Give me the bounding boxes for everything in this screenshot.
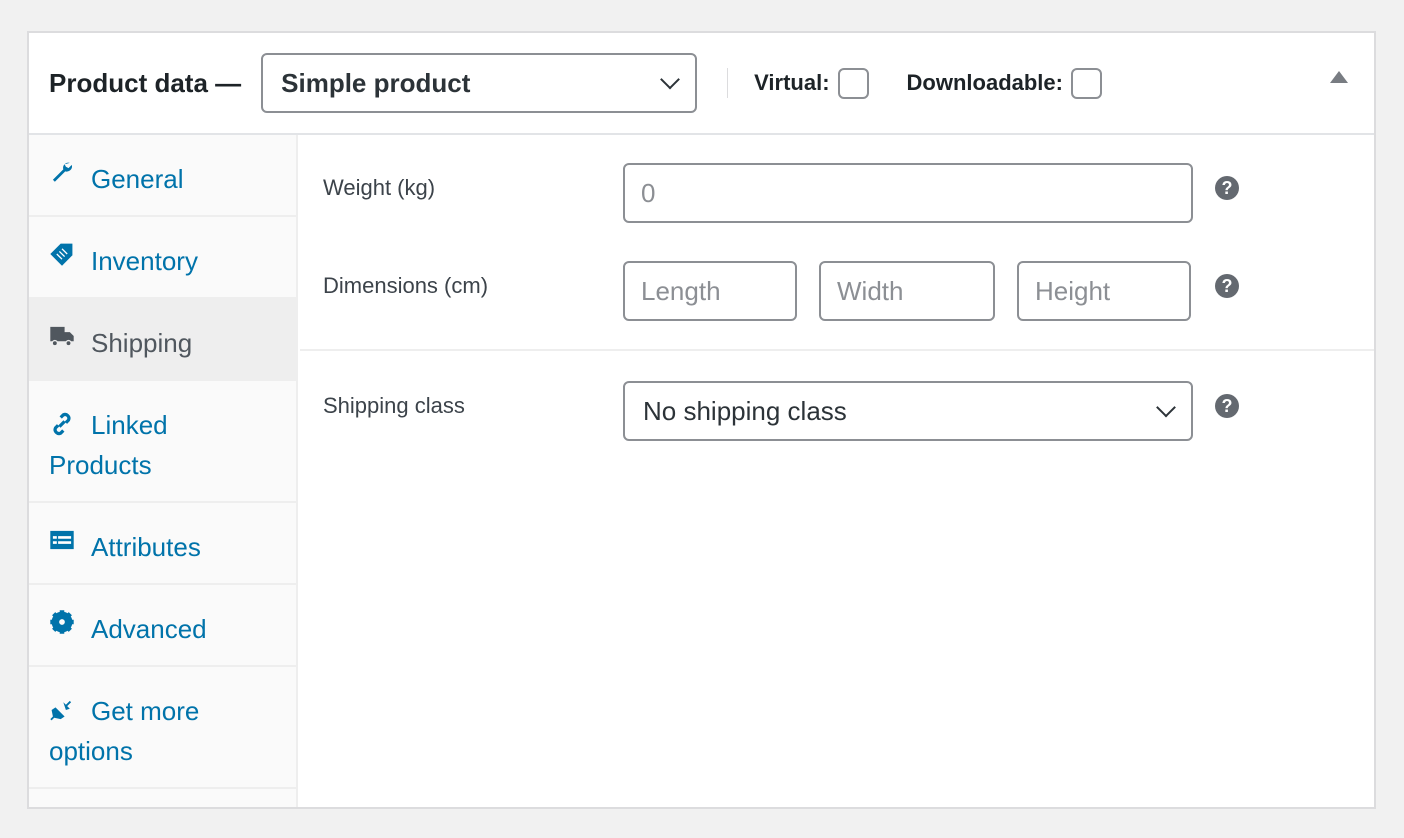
shipping-class-label: Shipping class [323, 393, 465, 418]
link-icon [53, 412, 71, 436]
tab-advanced[interactable]: Advanced [29, 585, 296, 667]
help-icon[interactable]: ? [1215, 176, 1239, 200]
shipping-class-select[interactable]: No shipping class [623, 381, 1193, 441]
wrench-icon [52, 162, 72, 182]
tab-label: Attributes [91, 532, 201, 562]
list-table-icon [50, 530, 74, 550]
virtual-label: Virtual: [754, 70, 830, 95]
tab-inventory[interactable]: Inventory [29, 217, 296, 299]
weight-placeholder: 0 [641, 177, 656, 208]
chevron-down-icon [660, 69, 681, 90]
truck-icon [50, 326, 74, 347]
width-placeholder: Width [837, 275, 904, 306]
tab-label: General [91, 164, 184, 194]
downloadable-checkbox[interactable] [1070, 67, 1102, 99]
product-data-tabs: General Inventory Shipping Linked Produc… [29, 135, 298, 807]
panel-title: Product data — [49, 67, 242, 98]
tab-attributes[interactable]: Attributes [29, 503, 296, 585]
downloadable-option: Downloadable: [906, 67, 1102, 99]
virtual-checkbox[interactable] [837, 67, 869, 99]
height-input[interactable]: Height [1017, 261, 1191, 321]
tab-get-more-options[interactable]: Get more options [29, 667, 296, 789]
virtual-option: Virtual: [754, 67, 869, 99]
tab-label: Advanced [91, 614, 207, 644]
tab-general[interactable]: General [29, 135, 296, 217]
chevron-down-icon [1156, 397, 1176, 418]
product-type-value: Simple product [281, 67, 471, 98]
tab-label: Shipping [91, 328, 193, 358]
length-placeholder: Length [641, 275, 721, 306]
tab-label: Inventory [91, 246, 198, 276]
tag-icon [50, 243, 73, 266]
product-data-panel: Product data — Simple product Virtual: D… [27, 31, 1376, 809]
length-input[interactable]: Length [623, 261, 797, 321]
panel-header: Product data — Simple product Virtual: D… [29, 33, 1374, 135]
collapse-toggle-icon[interactable] [1330, 71, 1348, 83]
dimensions-label: Dimensions (cm) [323, 273, 489, 298]
downloadable-label: Downloadable: [906, 70, 1063, 95]
tab-linked-products[interactable]: Linked Products [29, 381, 296, 503]
help-icon[interactable]: ? [1215, 394, 1239, 418]
product-type-select[interactable]: Simple product [261, 53, 698, 113]
plug-icon [50, 700, 72, 721]
divider [727, 68, 729, 98]
width-input[interactable]: Width [819, 261, 995, 321]
help-icon[interactable]: ? [1215, 274, 1239, 298]
weight-label: Weight (kg) [323, 175, 436, 200]
weight-input[interactable]: 0 [623, 163, 1193, 223]
tab-shipping[interactable]: Shipping [29, 299, 296, 381]
gear-icon [50, 610, 74, 634]
height-placeholder: Height [1035, 275, 1111, 306]
divider [300, 349, 1374, 351]
shipping-class-value: No shipping class [643, 395, 847, 426]
